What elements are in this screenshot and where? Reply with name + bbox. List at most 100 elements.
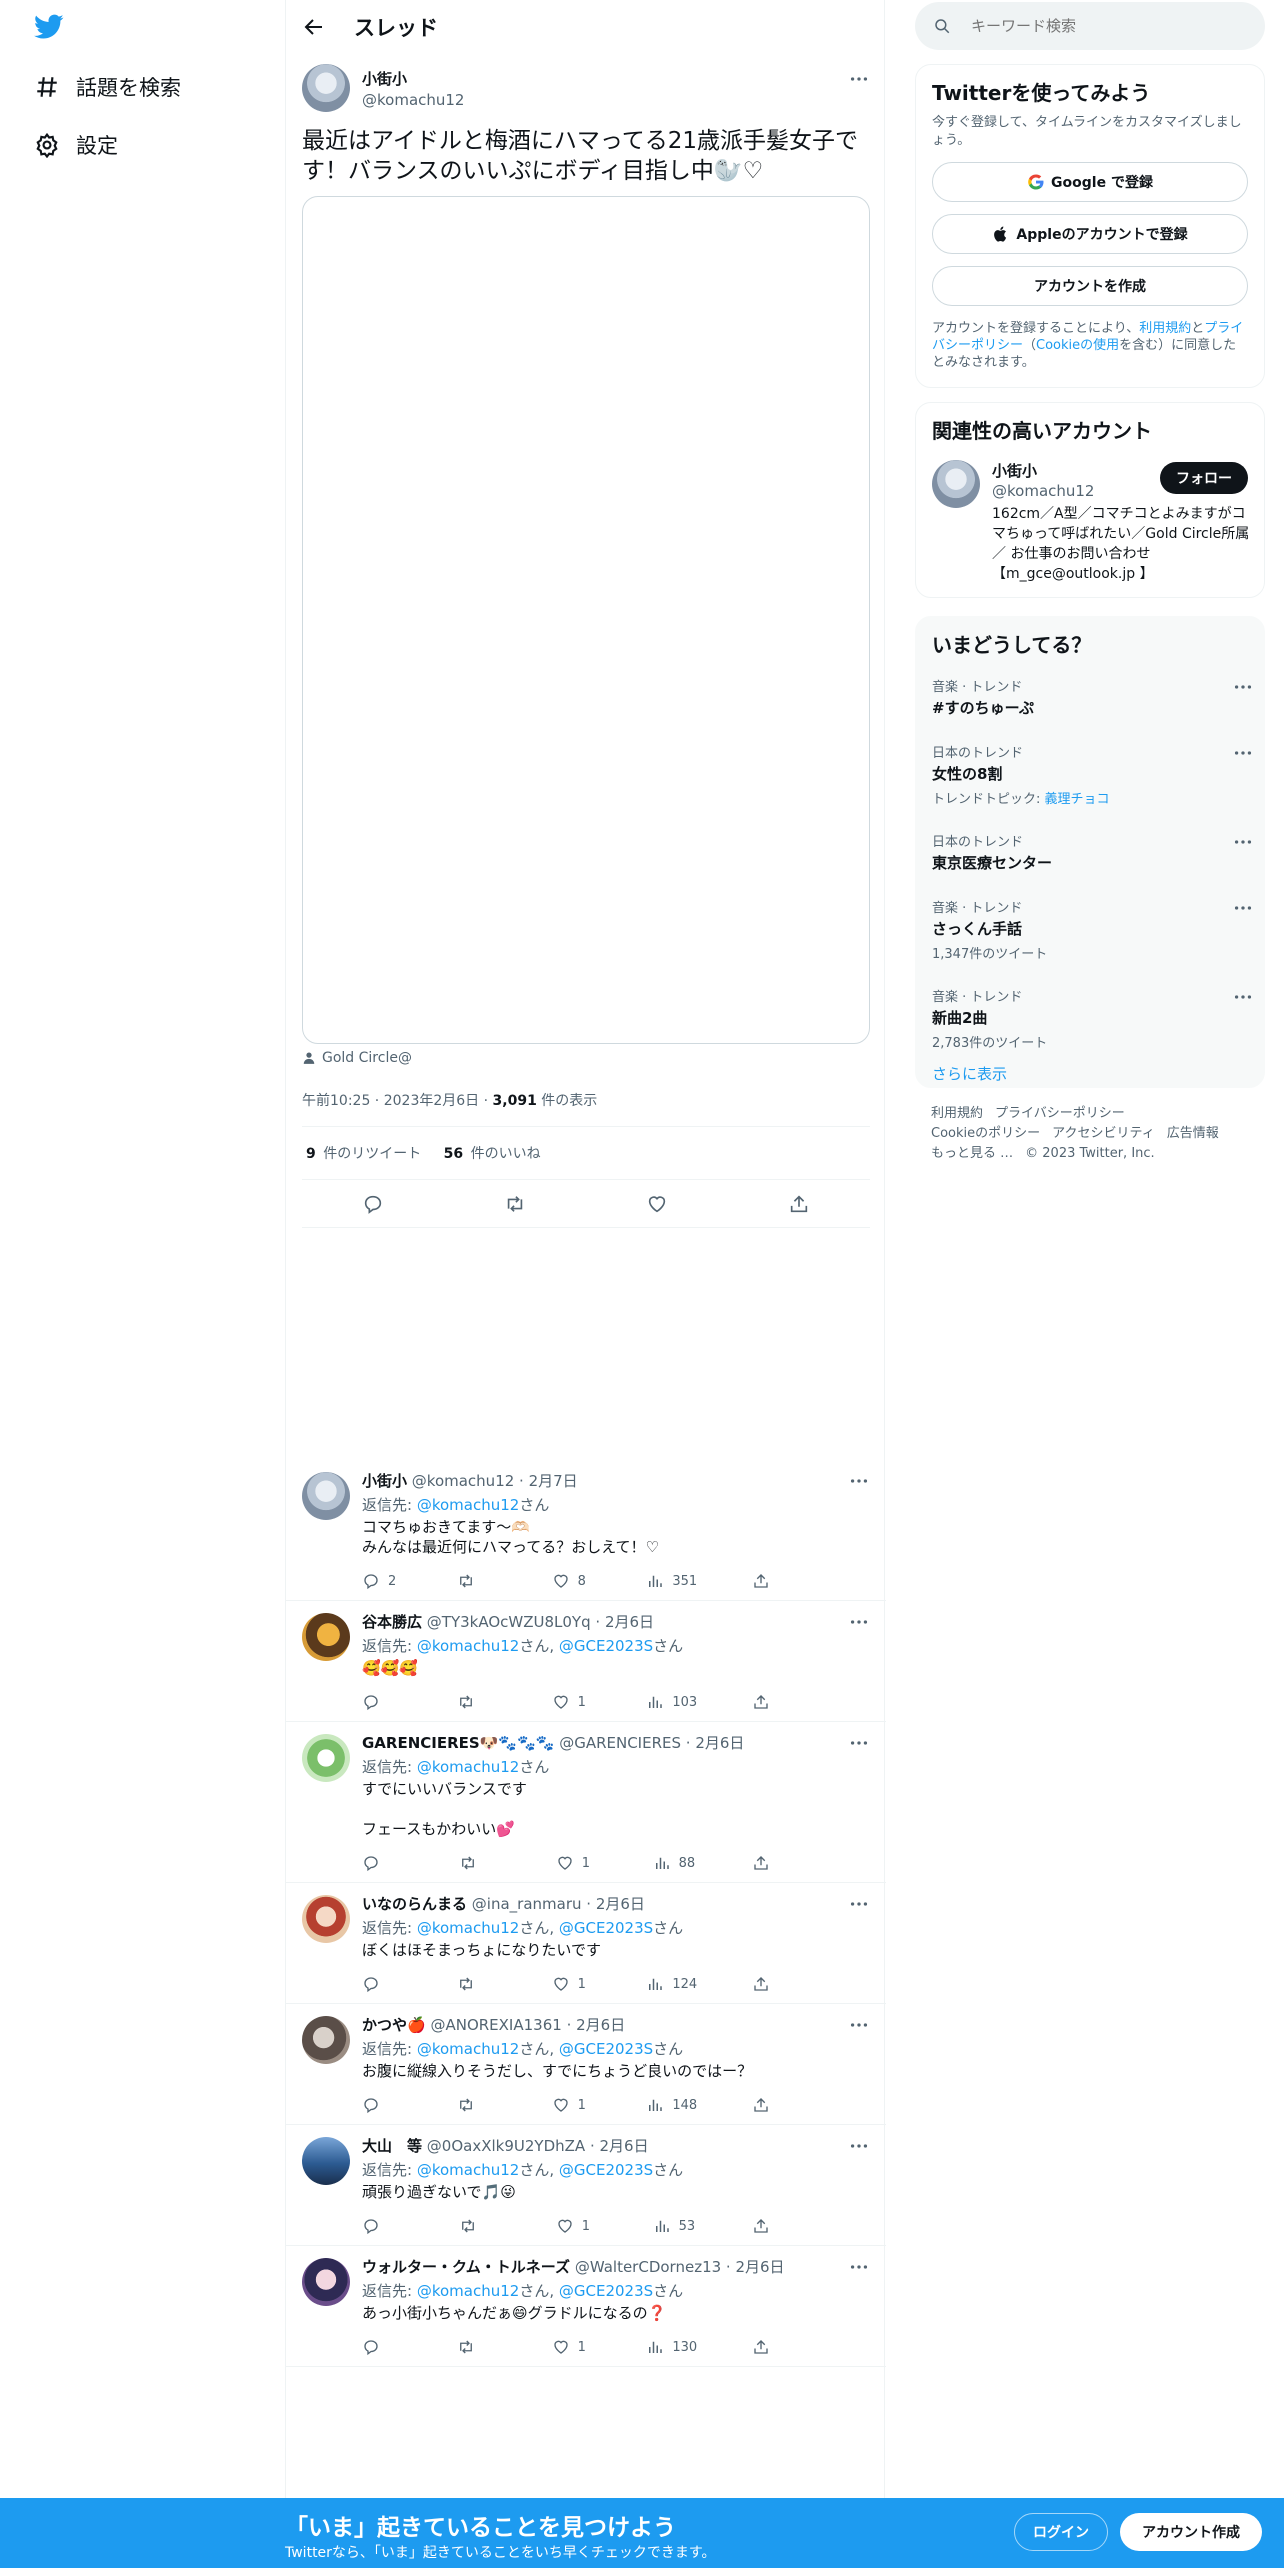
share-button[interactable] [752,1975,792,1993]
create-account-button[interactable]: アカウントを作成 [932,266,1248,306]
footer-terms[interactable]: 利用規約 [931,1106,983,1121]
search-input[interactable] [971,17,1251,35]
avatar[interactable] [302,2016,350,2064]
reply-date[interactable]: 2月6日 [599,2137,648,2155]
like-button[interactable]: 1 [556,2217,596,2235]
back-arrow-icon[interactable] [302,15,326,39]
views-button[interactable]: 53 [653,2217,695,2235]
views-button[interactable]: 130 [646,2338,697,2356]
more-options-icon[interactable] [848,2256,870,2278]
google-signup-button[interactable]: Google で登録 [932,162,1248,202]
reply-author-name[interactable]: 谷本勝広 [362,1613,422,1631]
avatar[interactable] [302,2258,350,2306]
reply-tweet[interactable]: かつや🍎 @ANOREXIA1361 · 2月6日 返信先: @komachu12… [286,2004,886,2125]
reply-button[interactable]: 2 [362,1572,402,1590]
like-icon[interactable] [646,1193,668,1215]
share-button[interactable] [752,1572,792,1590]
retweet-button[interactable] [457,1572,497,1590]
reply-to-link[interactable]: @GCE2023S [559,1637,653,1655]
like-button[interactable]: 1 [552,2338,592,2356]
trend-item[interactable]: 音楽 · トレンド 新曲2曲 2,783件のツイート [932,986,1252,1051]
avatar[interactable] [302,64,350,112]
reply-to-link[interactable]: @komachu12 [417,1758,519,1776]
retweet-button[interactable] [459,2217,499,2235]
like-button[interactable]: 1 [552,2096,592,2114]
reply-to-link[interactable]: @komachu12 [417,1496,519,1514]
more-options-icon[interactable] [848,2014,870,2036]
trend-topic-link[interactable]: 義理チョコ [1045,792,1110,807]
reply-button[interactable] [362,2096,402,2114]
footer-privacy[interactable]: プライバシーポリシー [995,1106,1125,1121]
likes-stat[interactable]: 56 件のいいね [444,1146,541,1162]
like-button[interactable]: 8 [552,1572,592,1590]
more-options-icon[interactable] [1232,831,1254,853]
retweet-button[interactable] [459,1854,499,1872]
reply-button[interactable] [362,2217,402,2235]
footer-more[interactable]: もっと見る … [931,1146,1013,1161]
more-options-icon[interactable] [848,68,870,90]
reply-icon[interactable] [362,1193,384,1215]
reply-tweet[interactable]: 大山 等 @0OaxXlk9U2YDhZA · 2月6日 返信先: @komach… [286,2125,886,2246]
reply-author-handle[interactable]: @TY3kAOcWZU8L0Yq [427,1613,591,1631]
views-button[interactable]: 124 [646,1975,697,1993]
reply-date[interactable]: 2月7日 [529,1472,578,1490]
views-button[interactable]: 148 [646,2096,697,2114]
reply-author-handle[interactable]: @WalterCDornez13 [575,2258,721,2276]
reply-to-link[interactable]: @komachu12 [417,2040,519,2058]
nav-settings[interactable]: 設定 [34,130,118,160]
login-button[interactable]: ログイン [1014,2513,1108,2551]
related-name[interactable]: 小街小 [992,460,1037,481]
trend-item[interactable]: 音楽 · トレンド #すのちゅーぷ [932,676,1252,718]
avatar[interactable] [302,1613,350,1661]
more-options-icon[interactable] [1232,742,1254,764]
more-options-icon[interactable] [848,1893,870,1915]
footer-cookie[interactable]: Cookieのポリシー [931,1126,1040,1141]
more-options-icon[interactable] [1232,986,1254,1008]
twitter-logo-icon[interactable] [34,14,64,40]
retweet-button[interactable] [457,2096,497,2114]
show-more-link[interactable]: さらに表示 [932,1063,1248,1084]
reply-to-link[interactable]: @GCE2023S [559,2040,653,2058]
trend-item[interactable]: 音楽 · トレンド さっくん手話 1,347件のツイート [932,897,1252,962]
reply-date[interactable]: 2月6日 [735,2258,784,2276]
avatar[interactable] [932,460,980,508]
reply-author-name[interactable]: いなのらんまる [362,1895,467,1913]
reply-to-link[interactable]: @GCE2023S [559,1919,653,1937]
reply-to-link[interactable]: @komachu12 [417,2161,519,2179]
tweet-media[interactable] [302,196,870,1044]
retweet-icon[interactable] [504,1193,526,1215]
author-handle[interactable]: @komachu12 [362,91,464,109]
reply-button[interactable] [362,1854,402,1872]
share-button[interactable] [752,2338,792,2356]
author-name[interactable]: 小街小 [362,68,464,89]
retweets-stat[interactable]: 9 件のリツイート [306,1146,421,1162]
nav-explore[interactable]: 話題を検索 [34,72,181,102]
reply-tweet[interactable]: GARENCIERES🐶🐾🐾🐾 @GARENCIERES · 2月6日 返信先: … [286,1722,886,1883]
reply-author-handle[interactable]: @0OaxXlk9U2YDhZA [427,2137,585,2155]
trend-item[interactable]: 日本のトレンド 東京医療センター [932,831,1252,873]
reply-date[interactable]: 2月6日 [605,1613,654,1631]
more-options-icon[interactable] [848,2135,870,2157]
more-options-icon[interactable] [848,1732,870,1754]
share-button[interactable] [752,1854,792,1872]
reply-tweet[interactable]: いなのらんまる @ina_ranmaru · 2月6日 返信先: @komachu… [286,1883,886,2004]
footer-accessibility[interactable]: アクセシビリティ [1052,1126,1155,1141]
reply-tweet[interactable]: ウォルター・クム・トルネーズ @WalterCDornez13 · 2月6日 返信… [286,2246,886,2367]
more-options-icon[interactable] [1232,676,1254,698]
views-button[interactable]: 103 [646,1693,697,1711]
reply-to-link[interactable]: @GCE2023S [559,2282,653,2300]
reply-author-handle[interactable]: @GARENCIERES [559,1734,681,1752]
reply-button[interactable] [362,2338,402,2356]
related-handle[interactable]: @komachu12 [992,482,1094,500]
apple-signup-button[interactable]: Appleのアカウントで登録 [932,214,1248,254]
terms-link[interactable]: 利用規約 [1139,321,1191,336]
reply-author-name[interactable]: 小街小 [362,1472,407,1490]
media-attribution[interactable]: Gold Circle@ [302,1050,870,1066]
reply-author-name[interactable]: かつや🍎 [362,2016,426,2034]
more-options-icon[interactable] [848,1470,870,1492]
retweet-button[interactable] [457,2338,497,2356]
retweet-button[interactable] [457,1693,497,1711]
retweet-button[interactable] [457,1975,497,1993]
reply-tweet[interactable]: 谷本勝広 @TY3kAOcWZU8L0Yq · 2月6日 返信先: @komach… [286,1601,886,1722]
like-button[interactable]: 1 [552,1975,592,1993]
